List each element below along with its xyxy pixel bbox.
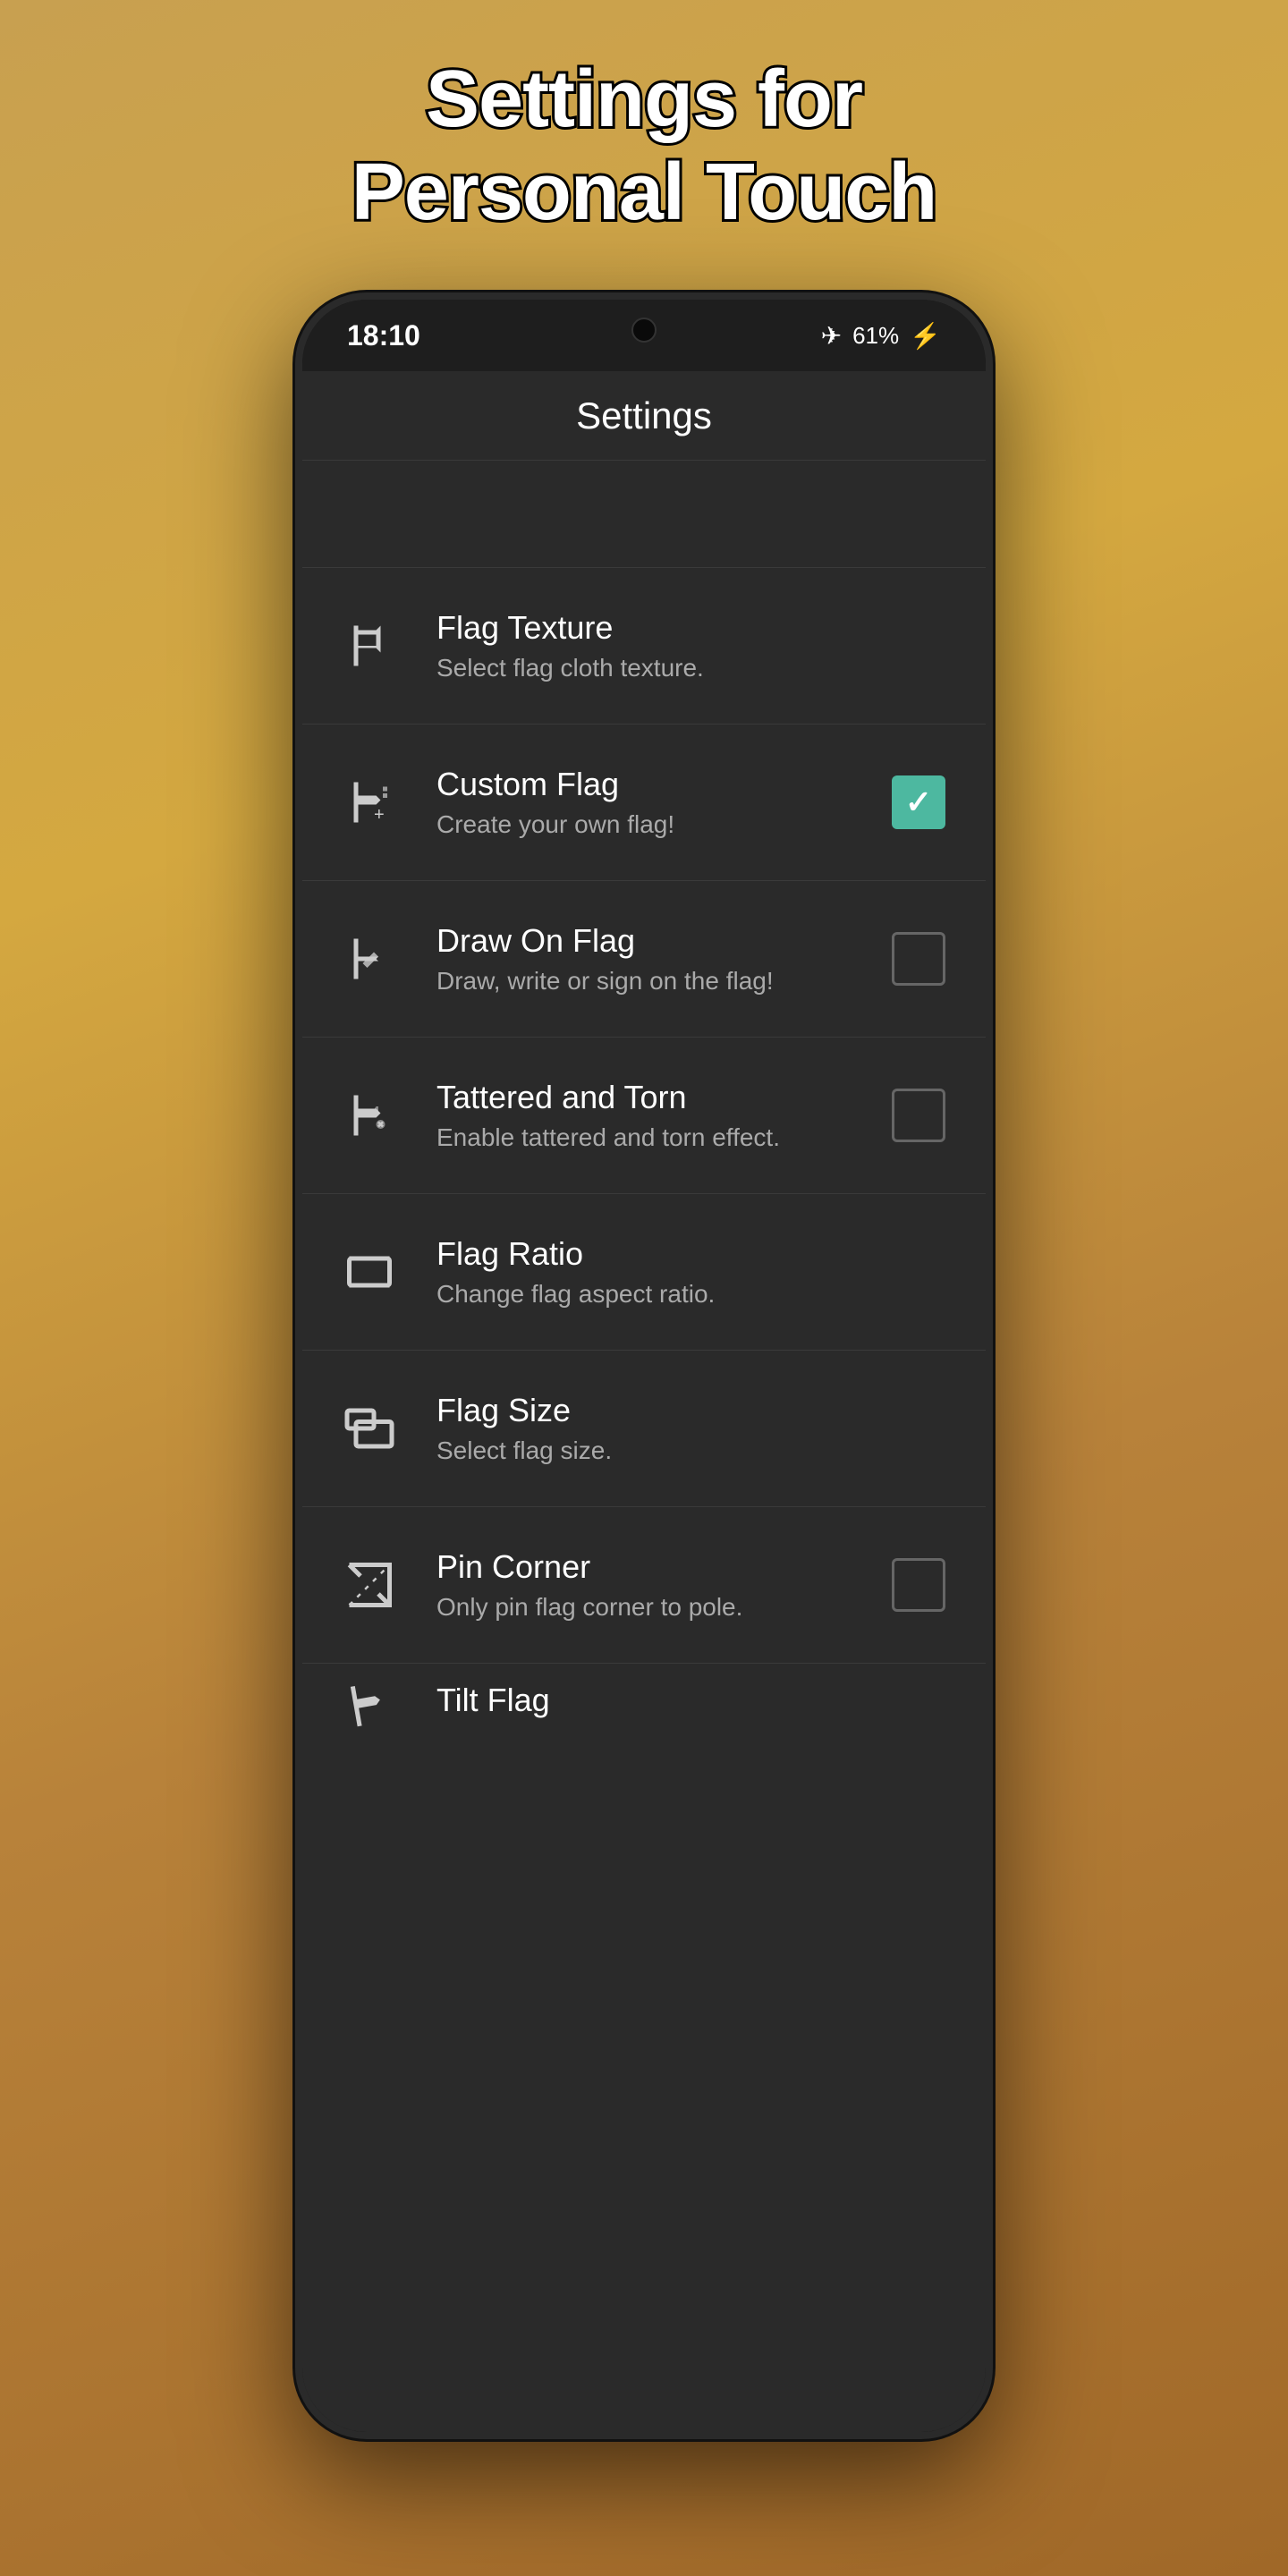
custom-flag-checkbox[interactable]: ✓ [892,775,945,829]
checkmark-icon: ✓ [905,786,932,818]
draw-on-flag-icon [338,928,401,990]
svg-text:+: + [374,805,385,825]
tattered-torn-control[interactable] [887,1084,950,1147]
draw-on-flag-subtitle: Draw, write or sign on the flag! [436,967,887,996]
draw-on-flag-checkbox[interactable] [892,932,945,986]
phone-frame: 18:10 ✈ 61% ⚡ Settings Flag Texture Sele… [295,292,993,2439]
flag-ratio-subtitle: Change flag aspect ratio. [436,1280,950,1309]
flag-size-icon [338,1397,401,1460]
settings-item-tilt-flag[interactable]: Tilt Flag [302,1664,986,1744]
status-time: 18:10 [347,319,420,352]
custom-flag-subtitle: Create your own flag! [436,810,887,839]
battery-percent: 61% [852,322,899,350]
custom-flag-title: Custom Flag [436,766,887,803]
custom-flag-icon: + [338,771,401,834]
camera-notch [631,318,657,343]
pin-corner-checkbox[interactable] [892,1558,945,1612]
settings-item-draw-on-flag[interactable]: Draw On Flag Draw, write or sign on the … [302,881,986,1038]
flag-size-text: Flag Size Select flag size. [436,1392,950,1465]
tattered-torn-checkbox[interactable] [892,1089,945,1142]
empty-section [302,461,986,568]
draw-on-flag-title: Draw On Flag [436,922,887,960]
pin-corner-title: Pin Corner [436,1548,887,1586]
flag-ratio-icon [338,1241,401,1303]
flag-texture-text: Flag Texture Select flag cloth texture. [436,609,950,682]
tilt-flag-text: Tilt Flag [436,1682,950,1726]
airplane-icon: ✈ [821,321,842,351]
settings-item-flag-texture[interactable]: Flag Texture Select flag cloth texture. [302,568,986,724]
tilt-flag-title: Tilt Flag [436,1682,950,1719]
pin-corner-control[interactable] [887,1554,950,1616]
pin-corner-icon [338,1554,401,1616]
draw-on-flag-text: Draw On Flag Draw, write or sign on the … [436,922,887,996]
flag-size-title: Flag Size [436,1392,950,1429]
settings-item-flag-ratio[interactable]: Flag Ratio Change flag aspect ratio. [302,1194,986,1351]
settings-item-flag-size[interactable]: Flag Size Select flag size. [302,1351,986,1507]
flag-size-subtitle: Select flag size. [436,1436,950,1465]
settings-item-tattered-torn[interactable]: Tattered and Torn Enable tattered and to… [302,1038,986,1194]
tilt-flag-icon [338,1673,401,1735]
settings-item-custom-flag[interactable]: + Custom Flag Create your own flag! ✓ [302,724,986,881]
status-icons: ✈ 61% ⚡ [821,321,941,351]
settings-item-pin-corner[interactable]: Pin Corner Only pin flag corner to pole. [302,1507,986,1664]
pin-corner-text: Pin Corner Only pin flag corner to pole. [436,1548,887,1622]
flag-ratio-text: Flag Ratio Change flag aspect ratio. [436,1235,950,1309]
flag-texture-subtitle: Select flag cloth texture. [436,654,950,682]
app-header: Settings [302,371,986,461]
flag-ratio-title: Flag Ratio [436,1235,950,1273]
app-header-title: Settings [576,394,712,437]
custom-flag-text: Custom Flag Create your own flag! [436,766,887,839]
flag-texture-title: Flag Texture [436,609,950,647]
flag-texture-icon [338,614,401,677]
draw-on-flag-control[interactable] [887,928,950,990]
page-title: Settings for Personal Touch [352,54,936,239]
custom-flag-control[interactable]: ✓ [887,771,950,834]
pin-corner-subtitle: Only pin flag corner to pole. [436,1593,887,1622]
tattered-torn-icon [338,1084,401,1147]
tattered-torn-text: Tattered and Torn Enable tattered and to… [436,1079,887,1152]
tattered-torn-subtitle: Enable tattered and torn effect. [436,1123,887,1152]
tattered-torn-title: Tattered and Torn [436,1079,887,1116]
settings-list: Flag Texture Select flag cloth texture. … [302,568,986,2432]
battery-icon: ⚡ [910,321,941,351]
